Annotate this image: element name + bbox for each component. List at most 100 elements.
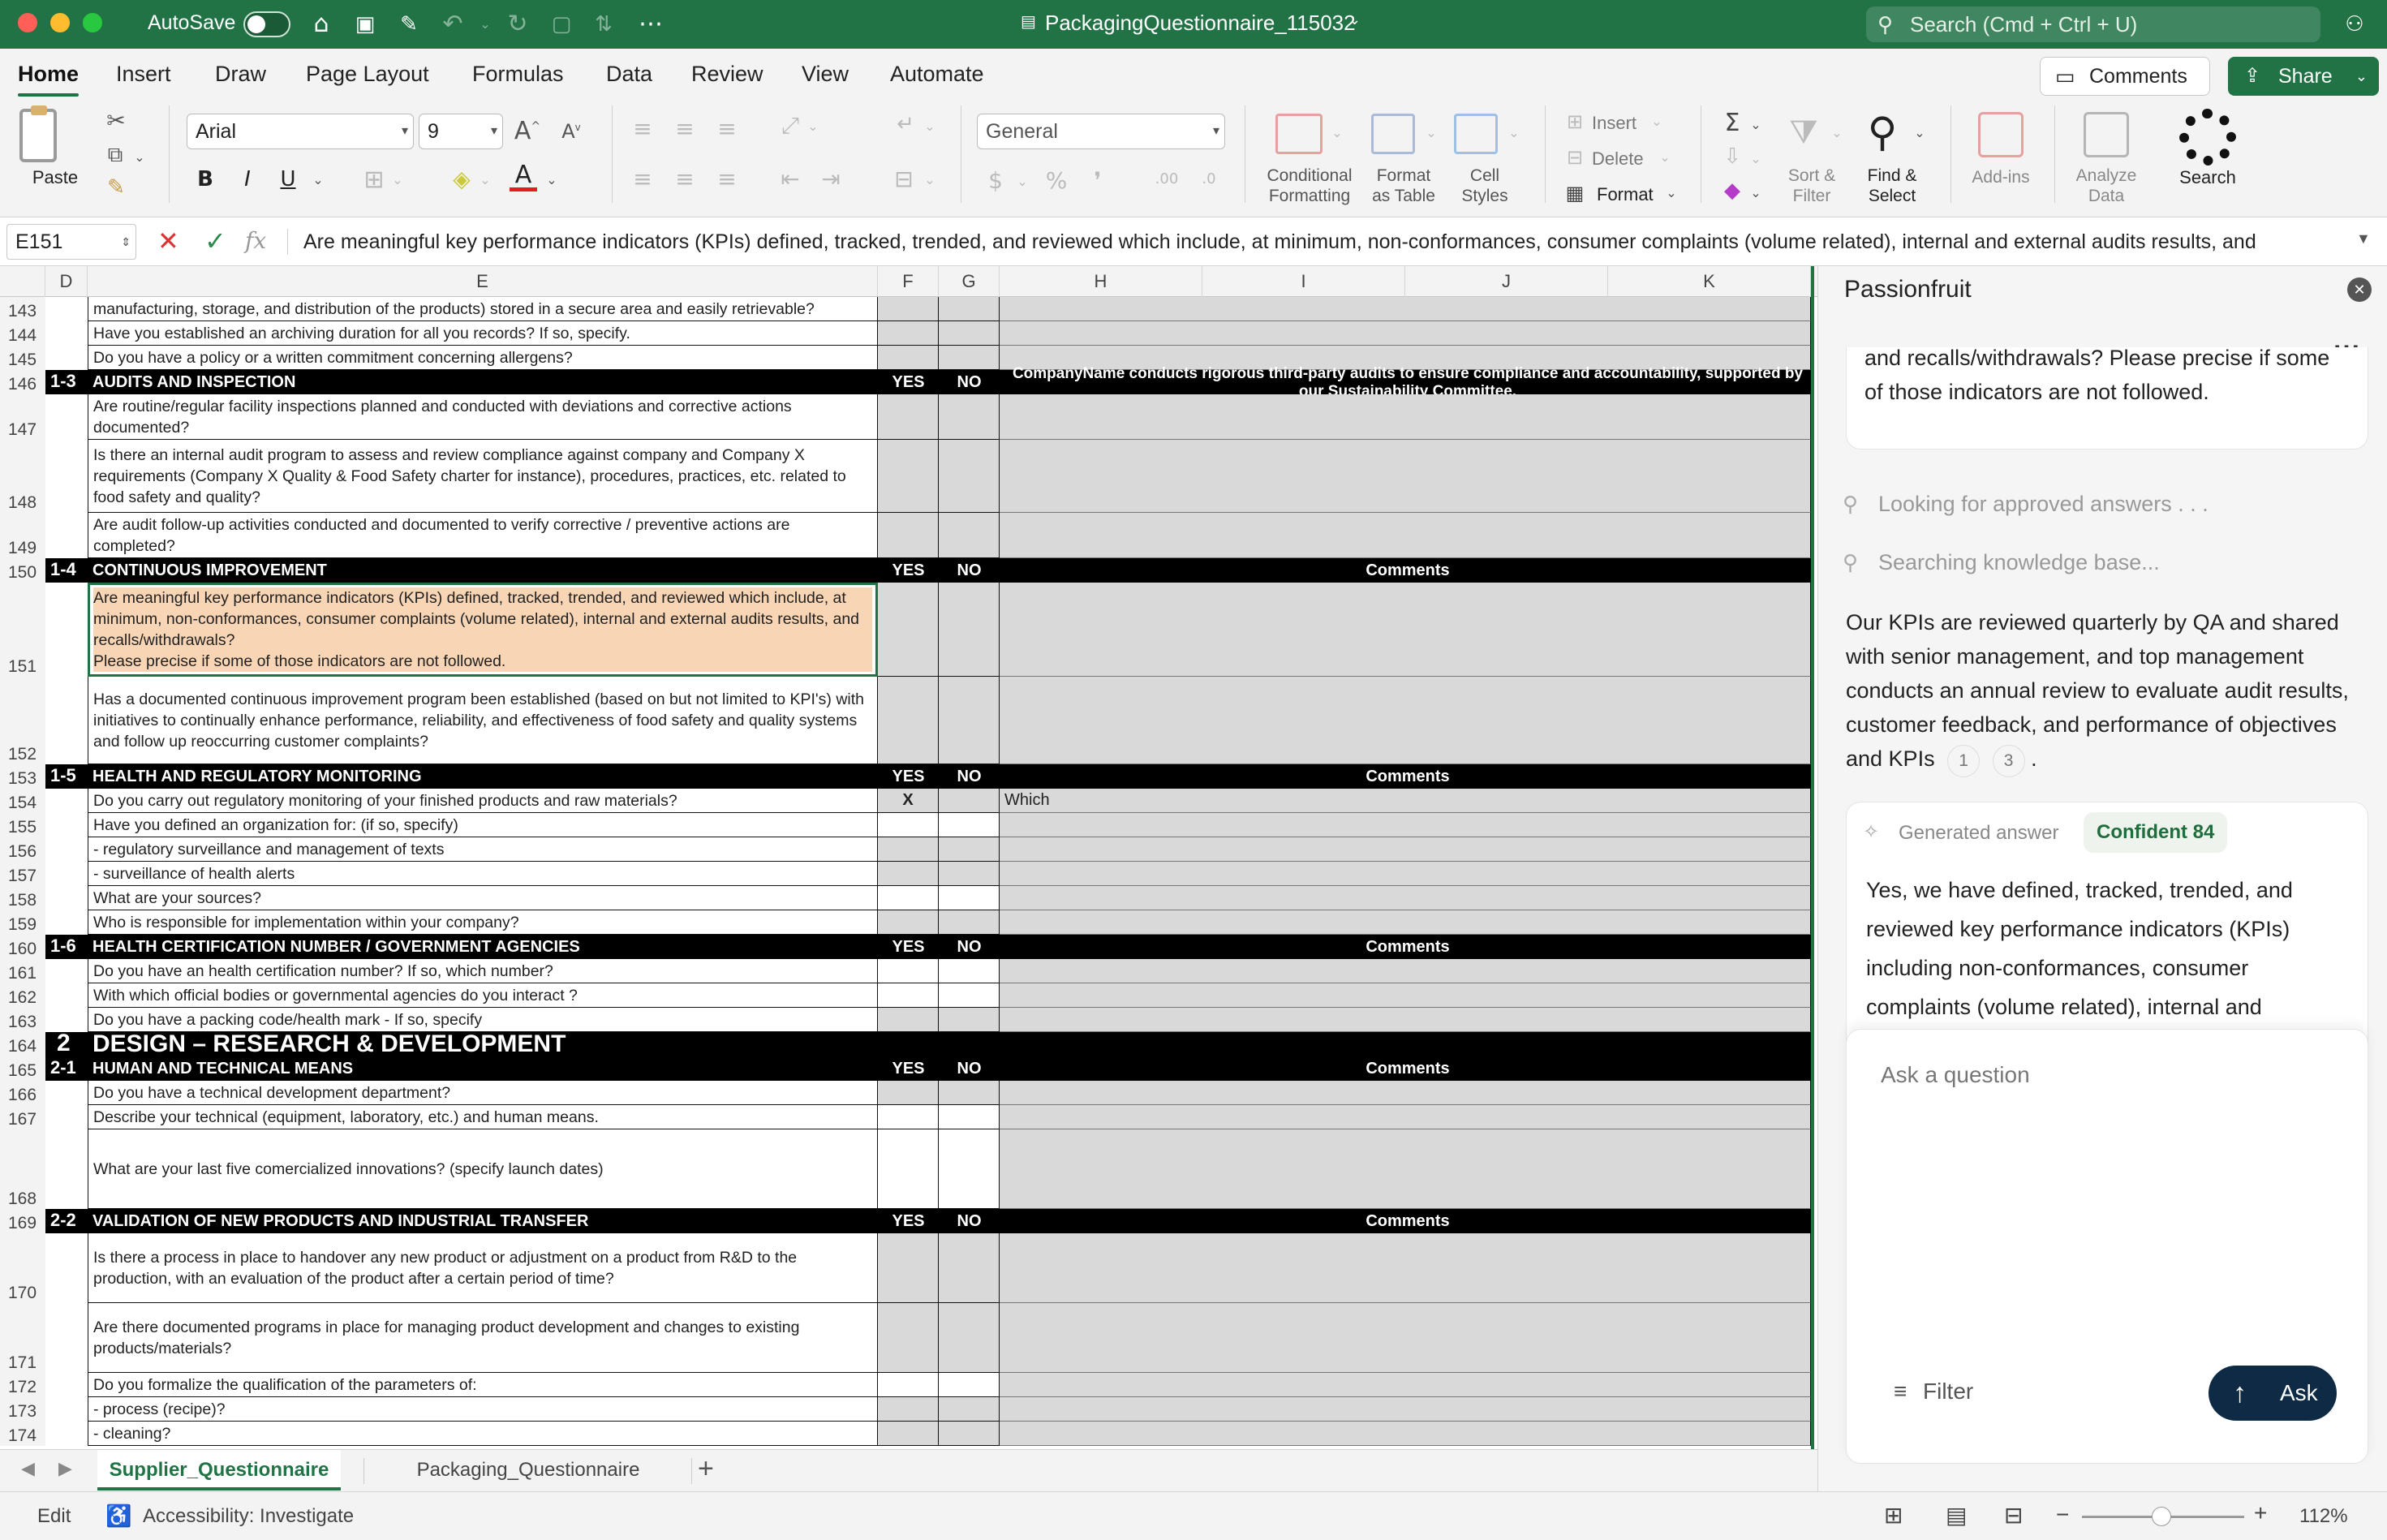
align-right-icon[interactable]: ≡ <box>712 166 742 192</box>
row-header[interactable]: 153 <box>0 764 45 789</box>
number-format-select[interactable]: General ▾ <box>977 114 1225 149</box>
zoom-out-icon[interactable]: − <box>2056 1502 2069 1528</box>
question-cell[interactable]: Do you have a technical development depa… <box>88 1081 878 1105</box>
column-header-j[interactable]: J <box>1405 266 1608 297</box>
increase-indent-icon[interactable]: ⇥ <box>816 166 845 192</box>
next-sheet-icon[interactable]: ▶ <box>58 1458 72 1479</box>
yes-cell[interactable] <box>878 394 939 440</box>
no-cell[interactable] <box>939 1373 1000 1397</box>
comments-cell[interactable] <box>1000 959 1811 983</box>
format-as-table-icon[interactable] <box>1371 114 1415 154</box>
cell-d[interactable] <box>45 440 88 513</box>
comments-cell[interactable] <box>1000 297 1811 321</box>
no-cell[interactable] <box>939 1129 1000 1209</box>
wrap-text-dropdown-icon[interactable]: ⌄ <box>922 118 938 134</box>
comments-cell[interactable] <box>1000 1233 1811 1303</box>
comments-cell[interactable] <box>1000 1129 1811 1209</box>
row-header[interactable]: 161 <box>0 959 45 983</box>
format-as-table-dropdown-icon[interactable]: ⌄ <box>1423 125 1439 140</box>
copy-dropdown-icon[interactable]: ⌄ <box>130 149 149 165</box>
question-cell[interactable]: What are your sources? <box>88 886 878 910</box>
save-icon[interactable]: ▣ <box>351 10 380 39</box>
no-cell[interactable] <box>939 321 1000 346</box>
no-cell[interactable] <box>939 1008 1000 1032</box>
cell-d[interactable] <box>45 394 88 440</box>
font-name-select[interactable]: Arial ▾ <box>187 114 414 149</box>
autosum-icon[interactable]: Σ <box>1718 109 1746 137</box>
comments-cell[interactable] <box>1000 677 1811 764</box>
currency-dropdown-icon[interactable]: ⌄ <box>1014 174 1030 189</box>
comments-cell[interactable] <box>1000 1081 1811 1105</box>
cell-d[interactable] <box>45 983 88 1008</box>
no-cell[interactable] <box>939 513 1000 558</box>
yes-cell[interactable] <box>878 1397 939 1422</box>
underline-button[interactable]: U <box>276 167 300 191</box>
tab-data[interactable]: Data <box>606 62 652 87</box>
comments-cell[interactable] <box>1000 1373 1811 1397</box>
question-cell[interactable]: manufacturing, storage, and distribution… <box>88 297 878 321</box>
no-cell[interactable] <box>939 862 1000 886</box>
tab-page-layout[interactable]: Page Layout <box>306 62 429 87</box>
no-cell[interactable] <box>939 1105 1000 1129</box>
tab-insert[interactable]: Insert <box>116 62 171 87</box>
column-header-f[interactable]: F <box>878 266 939 297</box>
citation-3[interactable]: 3 <box>1992 745 2025 777</box>
yes-cell[interactable] <box>878 583 939 677</box>
row-header[interactable]: 155 <box>0 813 45 837</box>
question-cell[interactable]: Have you established an archiving durati… <box>88 321 878 346</box>
page-layout-view-icon[interactable]: ▤ <box>1946 1502 1967 1529</box>
comments-cell[interactable] <box>1000 910 1811 935</box>
yes-cell[interactable] <box>878 910 939 935</box>
tab-review[interactable]: Review <box>691 62 763 87</box>
delete-dropdown-icon[interactable]: ⌄ <box>1657 149 1673 165</box>
italic-button[interactable]: I <box>235 167 260 191</box>
row-header[interactable]: 143 <box>0 297 45 321</box>
clear-dropdown-icon[interactable]: ⌄ <box>1748 185 1764 200</box>
cell-d[interactable] <box>45 1397 88 1422</box>
no-cell[interactable] <box>939 910 1000 935</box>
cell-d[interactable] <box>45 1129 88 1209</box>
analyze-data-icon[interactable] <box>2084 112 2129 157</box>
autosave-toggle[interactable] <box>243 11 290 37</box>
question-cell[interactable]: - cleaning? <box>88 1422 878 1446</box>
ask-question-input[interactable]: Ask a question <box>1881 1062 2030 1088</box>
clear-icon[interactable]: ◆ <box>1718 179 1746 203</box>
question-cell[interactable]: Is there an internal audit program to as… <box>88 440 878 513</box>
cell-d[interactable] <box>45 959 88 983</box>
column-header-d[interactable]: D <box>45 266 88 297</box>
orientation-icon[interactable]: ⤢ <box>776 112 805 140</box>
decrease-font-size-icon[interactable]: Av <box>555 120 587 143</box>
question-cell[interactable]: Has a documented continuous improvement … <box>88 677 878 764</box>
redo-icon[interactable]: ↻ <box>503 10 532 39</box>
bold-button[interactable]: B <box>193 167 217 191</box>
fill-color-icon[interactable]: ◈ <box>448 166 475 192</box>
align-middle-icon[interactable]: ≡ <box>670 115 699 142</box>
autosum-dropdown-icon[interactable]: ⌄ <box>1748 117 1764 132</box>
row-header[interactable]: 164 <box>0 1032 45 1056</box>
worksheet-grid[interactable]: D E F G H I J K 143 manufacturing, storag… <box>0 266 1817 1449</box>
sheet-tab-supplier-questionnaire[interactable]: Supplier_Questionnaire <box>97 1450 341 1491</box>
cell-d[interactable] <box>45 1373 88 1397</box>
find-select-dropdown-icon[interactable]: ⌄ <box>1912 125 1928 140</box>
comments-cell[interactable] <box>1000 1303 1811 1373</box>
comments-cell[interactable] <box>1000 862 1811 886</box>
row-header[interactable]: 148 <box>0 440 45 513</box>
no-cell[interactable] <box>939 1233 1000 1303</box>
add-sheet-icon[interactable]: + <box>698 1453 714 1485</box>
cell-d[interactable] <box>45 813 88 837</box>
insert-cells-icon[interactable]: ⊞ <box>1561 110 1589 133</box>
comments-cell[interactable] <box>1000 813 1811 837</box>
row-header[interactable]: 172 <box>0 1373 45 1397</box>
cell-d[interactable] <box>45 1081 88 1105</box>
more-options-icon[interactable]: ⋯ <box>636 10 665 39</box>
row-header[interactable]: 163 <box>0 1008 45 1032</box>
zoom-in-icon[interactable]: + <box>2254 1500 2267 1526</box>
comments-cell[interactable]: Which <box>1000 789 1811 813</box>
comments-cell[interactable] <box>1000 583 1811 677</box>
yes-cell[interactable] <box>878 321 939 346</box>
conditional-formatting-dropdown-icon[interactable]: ⌄ <box>1329 125 1345 140</box>
new-document-icon[interactable]: ▢ <box>547 10 576 39</box>
undo-dropdown-icon[interactable]: ⌄ <box>471 10 500 39</box>
cell-d[interactable] <box>45 1303 88 1373</box>
comments-cell[interactable] <box>1000 440 1811 513</box>
